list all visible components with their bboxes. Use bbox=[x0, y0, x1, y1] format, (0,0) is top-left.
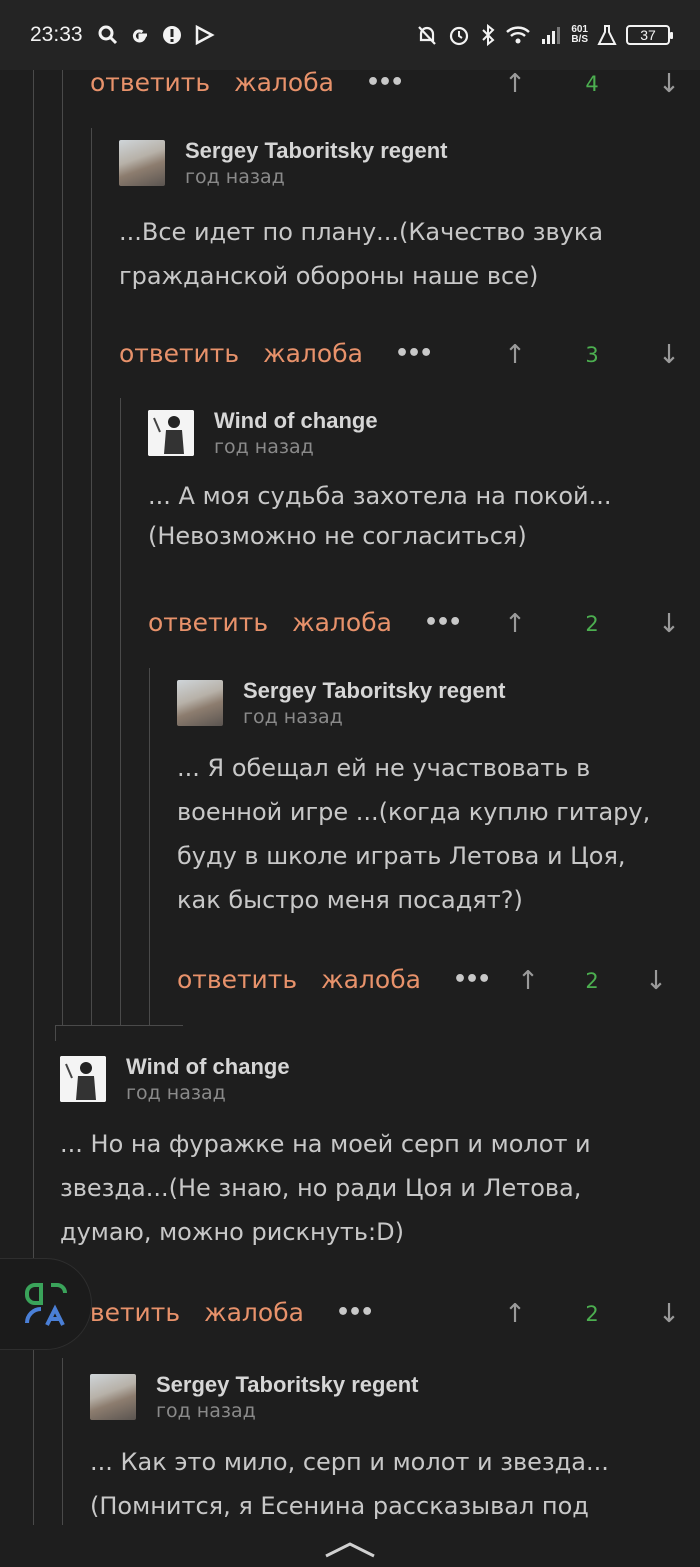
net-speed: 601 B/S bbox=[571, 24, 588, 45]
timestamp: год назад bbox=[214, 436, 314, 458]
author-name[interactable]: Wind of change bbox=[214, 408, 378, 434]
avatar-art-icon bbox=[60, 1056, 106, 1102]
avatar[interactable] bbox=[119, 140, 165, 186]
upvote-arrow-icon[interactable]: ↑ bbox=[502, 340, 528, 370]
downvote-arrow-icon[interactable]: ↓ bbox=[656, 69, 682, 99]
comment: Wind of change год назад ... Но на фураж… bbox=[60, 1054, 660, 1254]
alarm-icon bbox=[450, 26, 469, 46]
comment-text: ... А моя судьба захотела на покой...(Не… bbox=[148, 482, 612, 550]
timestamp: год назад bbox=[185, 166, 285, 188]
score: 4 bbox=[585, 72, 599, 96]
thread-line[interactable] bbox=[55, 1025, 56, 1041]
comment-text: ...Все идет по плану...(Качество звука г… bbox=[119, 218, 604, 290]
thread-line[interactable] bbox=[120, 398, 121, 1025]
thread-line[interactable] bbox=[62, 1358, 63, 1525]
comment: Wind of change год назад ... А моя судьб… bbox=[148, 408, 678, 556]
downvote-arrow-icon[interactable]: ↓ bbox=[643, 966, 669, 996]
comment-actions: ответить жалоба ••• ↑ 2 ↓ bbox=[177, 959, 675, 999]
search-icon bbox=[98, 25, 117, 45]
thread-line[interactable] bbox=[62, 70, 63, 1025]
floating-action-button[interactable] bbox=[0, 1258, 92, 1350]
bell-off-icon bbox=[418, 26, 437, 45]
battery-indicator: 37 bbox=[626, 25, 673, 45]
comment: Sergey Taboritsky regent год назад ...Вс… bbox=[119, 138, 679, 298]
comment-text: ... Но на фуражке на моей серп и молот и… bbox=[60, 1130, 591, 1246]
play-store-icon bbox=[195, 24, 215, 46]
bluetooth-icon bbox=[482, 23, 495, 47]
downvote-arrow-icon[interactable]: ↓ bbox=[656, 340, 682, 370]
report-button[interactable]: жалоба bbox=[292, 608, 392, 637]
comment-text: ... Я обещал ей не участвовать в военной… bbox=[177, 754, 651, 914]
flask-icon bbox=[597, 25, 617, 45]
report-button[interactable]: жалоба bbox=[263, 339, 363, 368]
timestamp: год назад bbox=[156, 1400, 256, 1422]
author-name[interactable]: Sergey Taboritsky regent bbox=[156, 1372, 418, 1398]
avatar[interactable] bbox=[90, 1374, 136, 1420]
upvote-arrow-icon[interactable]: ↑ bbox=[515, 966, 541, 996]
avatar-art-icon bbox=[148, 410, 194, 456]
author-name[interactable]: Sergey Taboritsky regent bbox=[243, 678, 505, 704]
comment-text: ... Как это мило, серп и молот и звезда.… bbox=[90, 1448, 609, 1520]
more-button[interactable]: ••• bbox=[336, 1300, 374, 1325]
reply-button[interactable]: ответить bbox=[148, 608, 268, 637]
upvote-arrow-icon[interactable]: ↑ bbox=[502, 1299, 528, 1329]
more-button[interactable]: ••• bbox=[424, 610, 462, 635]
upvote-arrow-icon[interactable]: ↑ bbox=[502, 69, 528, 99]
downvote-arrow-icon[interactable]: ↓ bbox=[656, 1299, 682, 1329]
score: 2 bbox=[585, 612, 599, 636]
status-time: 23:33 bbox=[30, 23, 83, 46]
avatar[interactable] bbox=[148, 410, 194, 456]
report-button[interactable]: жалоба bbox=[234, 68, 334, 97]
report-button[interactable]: жалоба bbox=[321, 965, 421, 994]
downvote-arrow-icon[interactable]: ↓ bbox=[656, 609, 682, 639]
avatar[interactable] bbox=[177, 680, 223, 726]
thread-line[interactable] bbox=[149, 668, 150, 1025]
report-button[interactable]: жалоба bbox=[204, 1298, 304, 1327]
thread-line[interactable] bbox=[91, 128, 92, 1025]
author-name[interactable]: Wind of change bbox=[126, 1054, 290, 1080]
comment: Sergey Taboritsky regent год назад ... Я… bbox=[177, 678, 667, 922]
google-icon bbox=[132, 29, 147, 43]
status-bar: 23:33 601 B/S 37 bbox=[0, 0, 700, 70]
wifi-icon bbox=[506, 26, 531, 44]
alert-icon bbox=[162, 26, 181, 44]
score: 2 bbox=[585, 969, 599, 993]
more-button[interactable]: ••• bbox=[453, 967, 491, 992]
timestamp: год назад bbox=[126, 1082, 226, 1104]
comment-actions: ответить жалоба ••• ↑ 2 ↓ bbox=[60, 1292, 680, 1332]
more-button[interactable]: ••• bbox=[366, 70, 404, 95]
score: 3 bbox=[585, 343, 599, 367]
comment-actions: ответить жалоба ••• ↑ 3 ↓ bbox=[119, 333, 680, 373]
thread-collapse-line bbox=[55, 1025, 183, 1026]
reply-button[interactable]: ответить bbox=[177, 965, 297, 994]
chevron-up-icon[interactable] bbox=[324, 1540, 376, 1560]
comment: Sergey Taboritsky regent год назад ... К… bbox=[90, 1372, 670, 1525]
more-button[interactable]: ••• bbox=[395, 341, 433, 366]
score: 2 bbox=[585, 1302, 599, 1326]
signal-icon bbox=[542, 27, 561, 44]
reply-button[interactable]: ответить bbox=[119, 339, 239, 368]
comment-actions-top: ответить жалоба ••• ↑ 4 ↓ bbox=[90, 62, 680, 102]
reply-button[interactable]: ответить bbox=[90, 68, 210, 97]
author-name[interactable]: Sergey Taboritsky regent bbox=[185, 138, 447, 164]
timestamp: год назад bbox=[243, 706, 343, 728]
avatar[interactable] bbox=[60, 1056, 106, 1102]
upvote-arrow-icon[interactable]: ↑ bbox=[502, 609, 528, 639]
comment-actions: ответить жалоба ••• ↑ 2 ↓ bbox=[148, 602, 680, 642]
app-logo-icon bbox=[25, 1283, 67, 1326]
